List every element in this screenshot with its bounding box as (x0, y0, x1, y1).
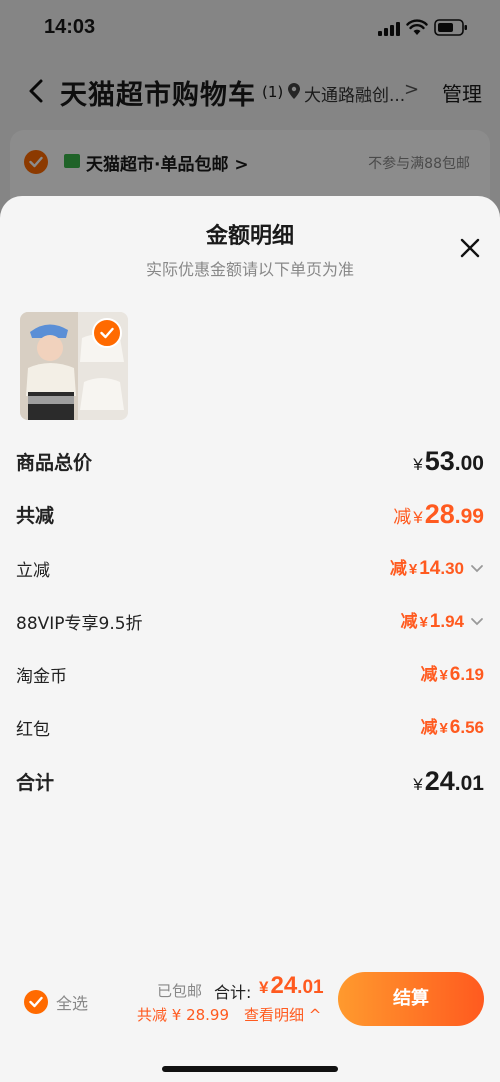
row-grand-total: 合计 ¥ 24 .01 (16, 760, 484, 800)
amount-decimal: .56 (460, 718, 484, 737)
currency-symbol: ¥ (439, 667, 448, 684)
total-amount: ¥ 24 .01 (259, 972, 324, 1000)
amount-decimal: .01 (297, 977, 324, 998)
sheet-title: 金额明细 (205, 224, 294, 249)
total-label: 合计: (214, 983, 252, 1002)
row-label: 88VIP专享9.5折 (16, 614, 143, 634)
row-value: ¥ 24 .01 (413, 766, 484, 797)
row-red-packet: 红包 减 ¥ 6 .56 (16, 707, 484, 747)
amount-integer: 14 (419, 558, 441, 579)
amount-decimal: .94 (440, 612, 464, 631)
chevron-down-icon[interactable] (470, 617, 484, 627)
discount-prefix: 减 (389, 559, 407, 578)
amount-decimal: .01 (454, 772, 484, 795)
home-indicator (162, 1066, 338, 1072)
row-label: 共减 (16, 505, 55, 527)
row-label: 红包 (16, 720, 50, 740)
row-value: 减 ¥ 14 .30 (390, 554, 484, 580)
currency-symbol: ¥ (439, 720, 448, 737)
row-value: 减 ¥ 6 .56 (420, 713, 484, 739)
chevron-down-icon[interactable] (470, 564, 484, 574)
row-label: 淘金币 (16, 667, 67, 687)
product-thumbnail[interactable] (20, 312, 128, 420)
amount-integer: 1 (429, 611, 441, 632)
row-label: 立减 (16, 561, 50, 581)
row-label: 合计 (16, 772, 55, 794)
amount-integer: 28 (424, 499, 455, 529)
amount-integer: 24 (424, 766, 455, 796)
currency-symbol: ¥ (413, 508, 423, 527)
row-total-discount: 共减 减 ¥ 28 .99 (16, 493, 484, 533)
currency-symbol: ¥ (259, 978, 269, 997)
amount-integer: 53 (424, 446, 455, 476)
currency-symbol: ¥ (413, 455, 423, 474)
amount-decimal: .30 (440, 559, 464, 578)
discount-prefix: 减 (420, 665, 438, 684)
amount-integer: 6 (449, 717, 461, 738)
row-value: ¥ 53 .00 (413, 446, 484, 477)
amount-integer: 24 (270, 972, 298, 999)
savings-summary: 共减 ¥ 28.99 (137, 1006, 230, 1024)
view-details-toggle[interactable]: 查看明细 ^ (244, 1004, 321, 1025)
checkout-button[interactable]: 结算 (338, 972, 484, 1026)
close-icon[interactable] (458, 236, 482, 260)
amount-decimal: .99 (454, 505, 484, 528)
row-instant-discount[interactable]: 立减 减 ¥ 14 .30 (16, 548, 484, 588)
row-value: 减 ¥ 6 .19 (420, 660, 484, 686)
select-all-checkbox[interactable] (24, 990, 48, 1014)
select-all-label[interactable]: 全选 (56, 990, 88, 1014)
amount-decimal: .00 (454, 452, 484, 475)
row-vip-discount[interactable]: 88VIP专享9.5折 减 ¥ 1 .94 (16, 601, 484, 641)
amount-decimal: .19 (460, 665, 484, 684)
row-subtotal: 商品总价 ¥ 53 .00 (16, 440, 484, 480)
shipping-status: 已包邮 (157, 982, 203, 1000)
row-label: 商品总价 (16, 452, 93, 474)
row-taojinbi: 淘金币 减 ¥ 6 .19 (16, 654, 484, 694)
discount-prefix: 减 (400, 612, 418, 631)
row-value: 减 ¥ 1 .94 (400, 607, 484, 633)
currency-symbol: ¥ (413, 775, 423, 794)
row-value: 减 ¥ 28 .99 (393, 499, 484, 530)
sheet-subtitle: 实际优惠金额请以下单页为准 (145, 260, 354, 279)
discount-prefix: 减 (420, 718, 438, 737)
amount-details-sheet: 金额明细 实际优惠金额请以下单页为准 商品总价 ¥ 53 .00 共减 减 ¥ … (0, 196, 500, 1082)
discount-prefix: 减 (393, 507, 412, 527)
currency-symbol: ¥ (408, 561, 418, 578)
amount-integer: 6 (449, 664, 461, 685)
product-checkbox[interactable] (92, 318, 122, 348)
currency-symbol: ¥ (419, 614, 428, 631)
